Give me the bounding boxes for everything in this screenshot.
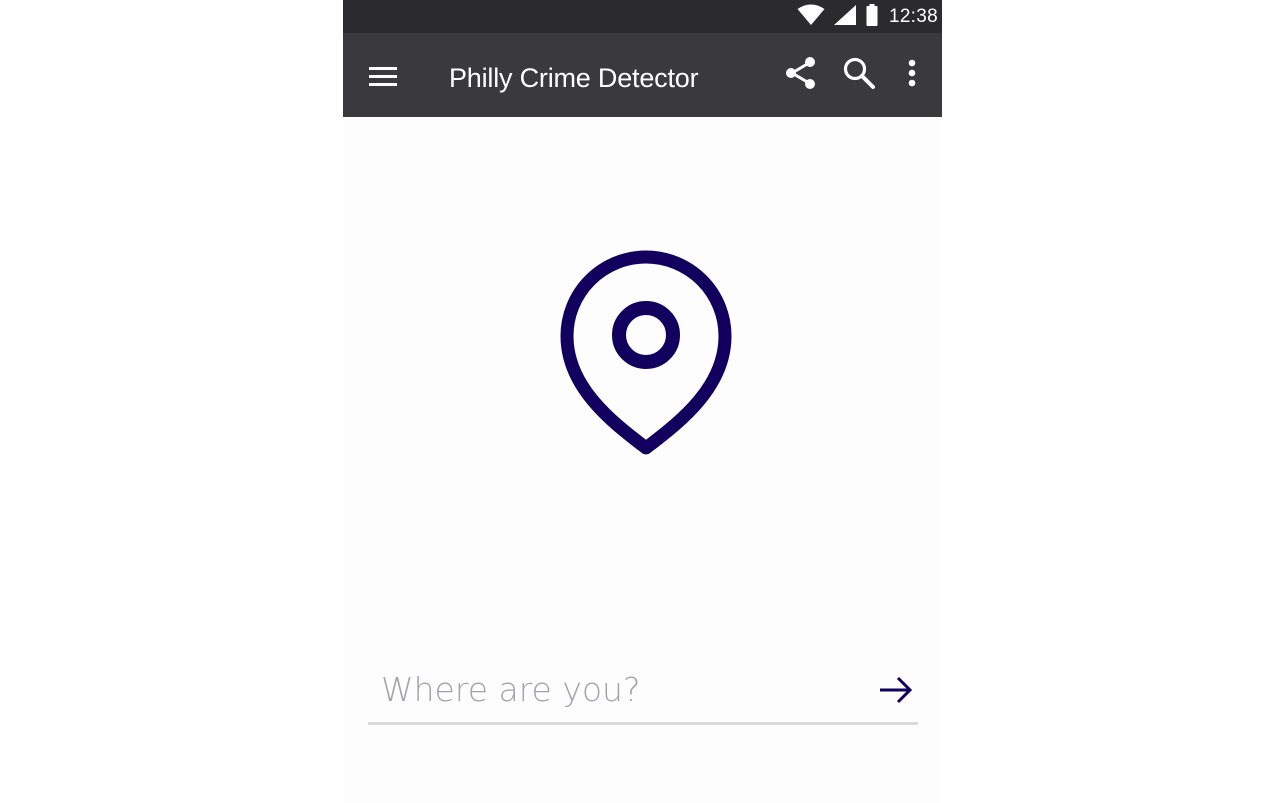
submit-location-button[interactable] [874,672,918,712]
cell-signal-icon [833,4,857,31]
page: 12:38 Philly Crime Detector [0,0,1284,803]
more-options-button[interactable] [892,55,932,95]
search-icon [842,56,876,95]
more-vert-icon [906,58,918,93]
search-underline [368,722,918,725]
app-title: Philly Crime Detector [449,63,699,93]
search-button[interactable] [839,55,879,95]
status-bar: 12:38 [343,0,942,33]
share-icon [783,55,819,96]
map-pin-icon [555,244,737,460]
location-input[interactable] [368,660,858,718]
wifi-icon [797,4,825,31]
battery-icon [865,3,879,31]
hamburger-menu-button[interactable] [363,61,403,91]
share-button[interactable] [781,55,821,95]
location-search [368,660,918,726]
app-bar: Philly Crime Detector [343,33,942,117]
phone-screen: 12:38 Philly Crime Detector [343,0,942,803]
arrow-right-icon [878,676,914,709]
status-icons: 12:38 [797,2,938,32]
status-time: 12:38 [888,6,938,27]
